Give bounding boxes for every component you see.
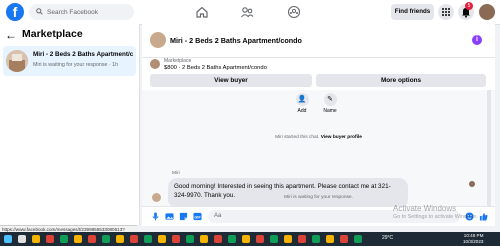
search-input[interactable]: Search Facebook xyxy=(29,4,134,20)
weather-indicator[interactable]: 29°C xyxy=(382,235,393,241)
chrome-icon[interactable] xyxy=(186,235,194,243)
clock-date: 10/3/2023 xyxy=(463,239,484,244)
windows-taskbar: 29°C 10:46 PM 10/3/2023 xyxy=(0,232,500,246)
quick-action-label: Add xyxy=(297,108,307,114)
chrome-icon[interactable] xyxy=(256,235,264,243)
marketplace-inbox-sidebar: ← Marketplace Miri - 2 Beds 2 Baths Apar… xyxy=(0,24,140,225)
chrome-icon[interactable] xyxy=(116,235,124,243)
photo-icon[interactable] xyxy=(165,212,174,221)
listing-thumbnail xyxy=(150,59,160,69)
activate-windows-watermark: Activate Windows Go to Settings to activ… xyxy=(393,204,478,220)
notification-count-badge: 5 xyxy=(465,2,473,10)
gif-icon[interactable]: GIF xyxy=(193,212,202,221)
chrome-icon[interactable] xyxy=(46,235,54,243)
like-thumb-icon[interactable] xyxy=(479,212,488,221)
svg-text:GIF: GIF xyxy=(194,215,201,219)
microphone-icon[interactable] xyxy=(151,212,160,221)
chrome-icon[interactable] xyxy=(74,235,82,243)
listing-price-title: $800 · 2 Beds 2 Baths Apartment/condo xyxy=(164,65,267,71)
chrome-icon[interactable] xyxy=(102,235,110,243)
search-placeholder: Search Facebook xyxy=(47,8,98,16)
search-taskbar-icon[interactable] xyxy=(18,235,26,243)
chrome-icon[interactable] xyxy=(284,235,292,243)
quick-action-name[interactable]: ✎ Name xyxy=(320,93,340,114)
view-buyer-profile-link[interactable]: View buyer profile xyxy=(321,135,362,140)
chrome-icon[interactable] xyxy=(242,235,250,243)
system-clock[interactable]: 10:46 PM 10/3/2023 xyxy=(463,233,483,245)
friends-icon[interactable] xyxy=(240,5,254,19)
chrome-icon[interactable] xyxy=(340,235,348,243)
scrollbar[interactable] xyxy=(487,90,491,206)
quick-action-add[interactable]: 👤 Add xyxy=(292,93,312,114)
chrome-icon[interactable] xyxy=(214,235,222,243)
chrome-icon[interactable] xyxy=(32,235,40,243)
waiting-note: Miri is waiting for your response. xyxy=(284,195,353,200)
listing-label: Marketplace xyxy=(164,58,192,64)
chat-header-avatar[interactable] xyxy=(150,32,166,48)
chrome-icon[interactable] xyxy=(144,235,152,243)
more-options-button[interactable]: More options xyxy=(316,74,486,87)
message-bubble: Good morning! Interested in seeing this … xyxy=(168,178,408,208)
back-arrow-icon[interactable]: ← xyxy=(5,28,17,42)
chat-started-notice: Miri started this chat. View buyer profi… xyxy=(142,135,495,140)
sender-name: Miri xyxy=(172,171,180,176)
chrome-icon[interactable] xyxy=(298,235,306,243)
chrome-icon[interactable] xyxy=(172,235,180,243)
chat-title[interactable]: Miri - 2 Beds 2 Baths Apartment/condo xyxy=(170,36,302,45)
chrome-icon[interactable] xyxy=(270,235,278,243)
top-navigation-bar: f Search Facebook Find friends 5 xyxy=(0,0,500,25)
listing-summary[interactable]: Marketplace $800 · 2 Beds 2 Baths Apartm… xyxy=(142,57,495,73)
chrome-icon[interactable] xyxy=(60,235,68,243)
search-icon xyxy=(36,7,43,17)
chrome-icon[interactable] xyxy=(88,235,96,243)
chrome-icon[interactable] xyxy=(130,235,138,243)
account-avatar[interactable] xyxy=(479,4,495,20)
groups-icon[interactable] xyxy=(287,5,301,19)
add-person-icon: 👤 xyxy=(295,93,309,106)
message-thread: 👤 Add ✎ Name Miri started this chat. Vie… xyxy=(142,90,495,208)
seen-indicator-avatar xyxy=(469,181,475,187)
facebook-logo-icon[interactable]: f xyxy=(6,3,24,21)
sidebar-title: Marketplace xyxy=(22,28,83,40)
view-buyer-button[interactable]: View buyer xyxy=(150,74,312,87)
watermark-line-1: Activate Windows xyxy=(393,204,457,213)
start-windows-icon[interactable] xyxy=(4,235,12,243)
home-icon[interactable] xyxy=(195,5,209,19)
sticker-icon[interactable] xyxy=(179,212,188,221)
watermark-line-2: Go to Settings to activate Windows. xyxy=(393,214,479,220)
chrome-icon[interactable] xyxy=(228,235,236,243)
chat-started-text: Miri started this chat. xyxy=(275,135,320,140)
chrome-icon[interactable] xyxy=(200,235,208,243)
chat-panel: Miri - 2 Beds 2 Baths Apartment/condo i … xyxy=(142,24,495,226)
conversation-list-item[interactable]: Miri - 2 Beds 2 Baths Apartment/c... Mir… xyxy=(3,46,136,76)
chrome-icon[interactable] xyxy=(354,235,362,243)
chrome-icon[interactable] xyxy=(158,235,166,243)
quick-action-label: Name xyxy=(323,108,337,114)
find-friends-button[interactable]: Find friends xyxy=(391,4,434,20)
conversation-avatar xyxy=(6,50,28,72)
conversation-status: Miri is waiting for your response · 1h xyxy=(33,62,119,68)
info-icon[interactable]: i xyxy=(472,35,482,45)
conversation-title: Miri - 2 Beds 2 Baths Apartment/c... xyxy=(33,51,133,58)
chrome-icon[interactable] xyxy=(312,235,320,243)
pencil-icon: ✎ xyxy=(323,93,337,106)
menu-grid-icon[interactable] xyxy=(438,4,454,20)
chrome-icon[interactable] xyxy=(326,235,334,243)
chat-header: Miri - 2 Beds 2 Baths Apartment/condo i xyxy=(142,24,495,58)
